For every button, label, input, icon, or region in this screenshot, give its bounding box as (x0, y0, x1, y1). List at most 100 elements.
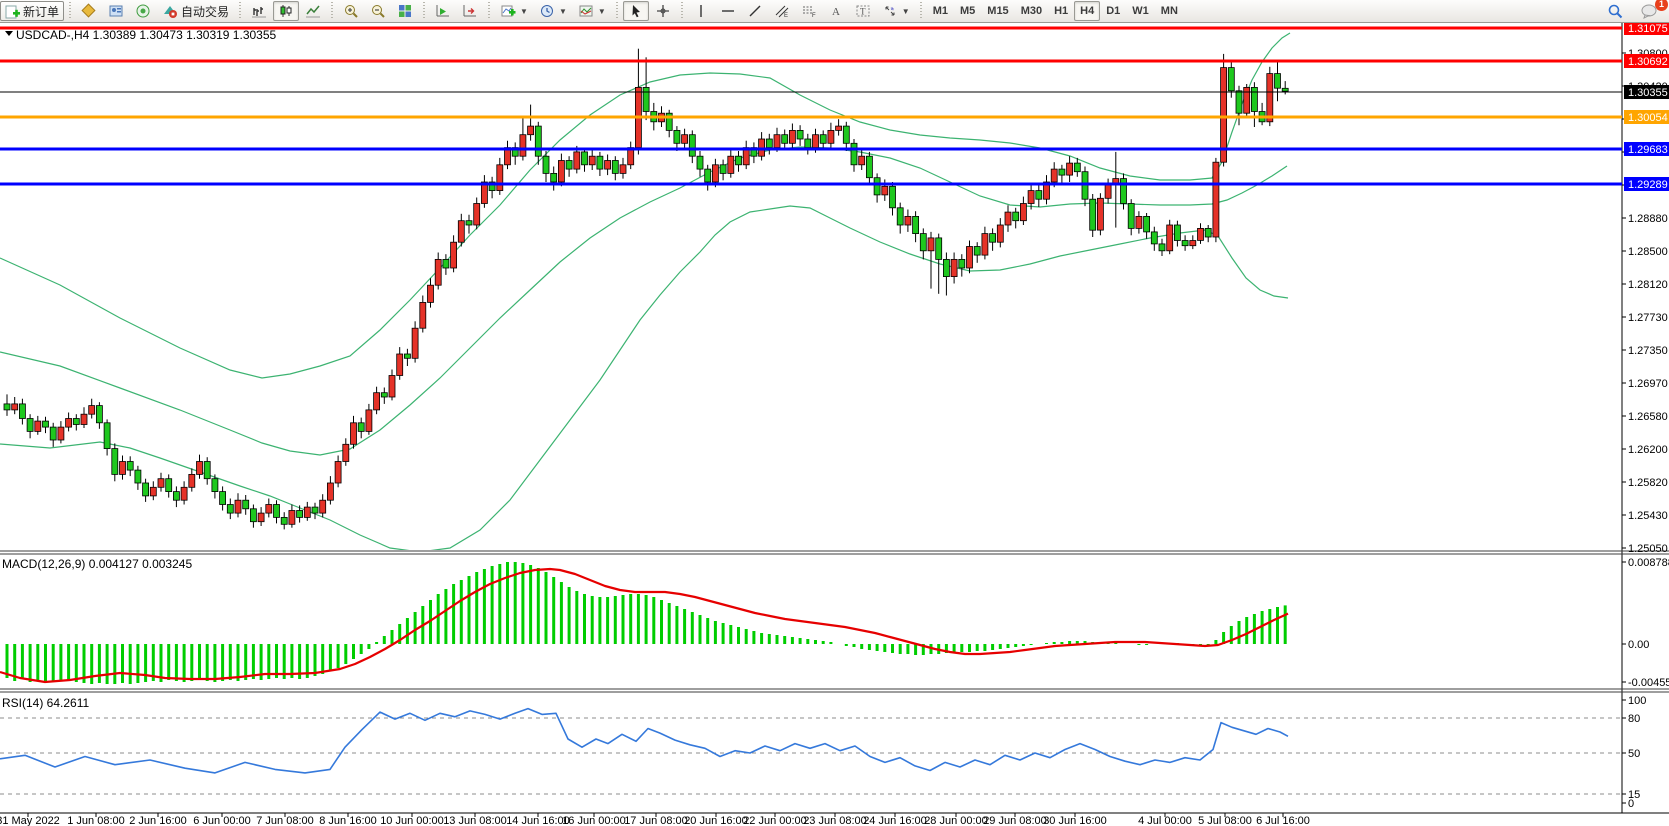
candle-body (1244, 87, 1250, 113)
zoom-in-button[interactable] (338, 1, 364, 21)
candle-body (343, 444, 349, 461)
candle-body (1205, 228, 1211, 237)
candle-body (435, 259, 441, 285)
timeframe-M5[interactable]: M5 (954, 1, 981, 21)
notifications-button[interactable]: 1 (1635, 1, 1663, 21)
candle-body (212, 479, 218, 492)
candle-body (304, 507, 310, 517)
arrows-icon (882, 3, 898, 19)
candle-body (551, 173, 557, 182)
auto-scroll-button[interactable] (430, 1, 456, 21)
equidistant-channel-button[interactable]: E (769, 1, 795, 21)
horizontal-line-button[interactable] (715, 1, 741, 21)
periods-button[interactable]: ▼ (534, 1, 572, 21)
timeframe-D1[interactable]: D1 (1100, 1, 1126, 21)
candle-body (828, 130, 834, 143)
bar-chart-button[interactable] (246, 1, 272, 21)
metaeditor-button[interactable] (76, 1, 102, 21)
fibonacci-button[interactable]: F (796, 1, 822, 21)
chart-shift-icon (462, 3, 478, 19)
text-label-button[interactable]: T (850, 1, 876, 21)
time-axis-label: 16 Jun 00:00 (562, 815, 626, 826)
price-badge-value: 1.30355 (1628, 87, 1668, 99)
candle-body (297, 511, 303, 518)
candle-body (458, 221, 464, 243)
toolbar-grip (237, 2, 243, 20)
new-order-button[interactable]: 新订单 (0, 1, 64, 21)
candle-body (1020, 204, 1026, 221)
time-axis-label: 30 Jun 16:00 (1043, 815, 1107, 826)
candle-body (1275, 74, 1281, 89)
indicators-button[interactable]: ▼ (495, 1, 533, 21)
candle-body (736, 156, 742, 165)
toolbar-grip (329, 2, 335, 20)
timeframe-M30[interactable]: M30 (1015, 1, 1048, 21)
candle-body (466, 221, 472, 225)
toolbar-grip (679, 2, 685, 20)
price-badge-value: 1.30054 (1628, 112, 1668, 124)
timeframe-MN[interactable]: MN (1155, 1, 1184, 21)
text-button[interactable]: A (823, 1, 849, 21)
price-axis-tick: 1.28880 (1628, 213, 1668, 225)
templates-button[interactable]: ▼ (573, 1, 611, 21)
candle-body (528, 126, 534, 135)
line-chart-icon (305, 3, 321, 19)
autotrading-button[interactable]: 自动交易 (157, 1, 234, 21)
zoom-out-button[interactable] (365, 1, 391, 21)
text-icon: A (828, 3, 844, 19)
toolbar-grip (421, 2, 427, 20)
search-button[interactable] (1602, 1, 1629, 21)
time-axis-label: 14 Jun 16:00 (506, 815, 570, 826)
candle-body (1036, 191, 1042, 200)
candle-body (404, 354, 410, 358)
tile-windows-button[interactable] (392, 1, 418, 21)
candle-body (836, 126, 842, 130)
cursor-icon (628, 3, 644, 19)
timeframe-H1[interactable]: H1 (1048, 1, 1074, 21)
timeframe-M1[interactable]: M1 (927, 1, 954, 21)
candlestick-chart-button[interactable] (273, 1, 299, 21)
candle-body (1028, 191, 1034, 204)
candle-body (951, 259, 957, 276)
macd-axis-tick: -0.00455 (1628, 677, 1669, 689)
time-axis-label: 10 Jun 00:00 (380, 815, 444, 826)
timeframe-M15[interactable]: M15 (981, 1, 1014, 21)
chart-shift-button[interactable] (457, 1, 483, 21)
candle-body (1159, 244, 1165, 251)
vertical-line-button[interactable] (688, 1, 714, 21)
data-window-button[interactable] (103, 1, 129, 21)
time-axis-label: 4 Jul 00:00 (1138, 815, 1192, 826)
navigator-button[interactable] (130, 1, 156, 21)
candle-body (96, 406, 102, 423)
candle-body (12, 404, 18, 410)
time-axis-label: 6 Jul 16:00 (1256, 815, 1310, 826)
candle-body (566, 161, 572, 170)
crosshair-button[interactable] (650, 1, 676, 21)
trendline-button[interactable] (742, 1, 768, 21)
chart-menu-arrow-icon[interactable] (5, 31, 13, 36)
candle-body (1074, 163, 1080, 172)
price-axis-tick: 1.25050 (1628, 543, 1668, 555)
timeframe-H4[interactable]: H4 (1074, 1, 1100, 21)
candle-body (882, 186, 888, 195)
rsi-axis-tick: 50 (1628, 748, 1640, 760)
candle-body (774, 135, 780, 148)
cursor-button[interactable] (623, 1, 649, 21)
arrows-button[interactable]: ▼ (877, 1, 915, 21)
time-axis-label: 7 Jun 08:00 (256, 815, 314, 826)
time-axis-label: 2 Jun 16:00 (129, 815, 187, 826)
candle-body (943, 259, 949, 276)
chevron-down-icon: ▼ (520, 7, 528, 16)
time-axis-label: 31 May 2022 (0, 815, 60, 826)
candle-body (1167, 225, 1173, 251)
time-axis-label: 5 Jul 08:00 (1198, 815, 1252, 826)
new-order-label: 新订单 (23, 3, 59, 20)
timeframe-W1[interactable]: W1 (1126, 1, 1155, 21)
price-chart[interactable]: 1.308001.304201.300401.296501.292701.288… (0, 0, 1669, 826)
candle-body (997, 225, 1003, 242)
time-axis-label: 13 Jun 08:00 (443, 815, 507, 826)
line-chart-button[interactable] (300, 1, 326, 21)
candle-body (312, 507, 318, 513)
price-axis-tick: 1.28120 (1628, 279, 1668, 291)
toolbar-grip (67, 2, 73, 20)
